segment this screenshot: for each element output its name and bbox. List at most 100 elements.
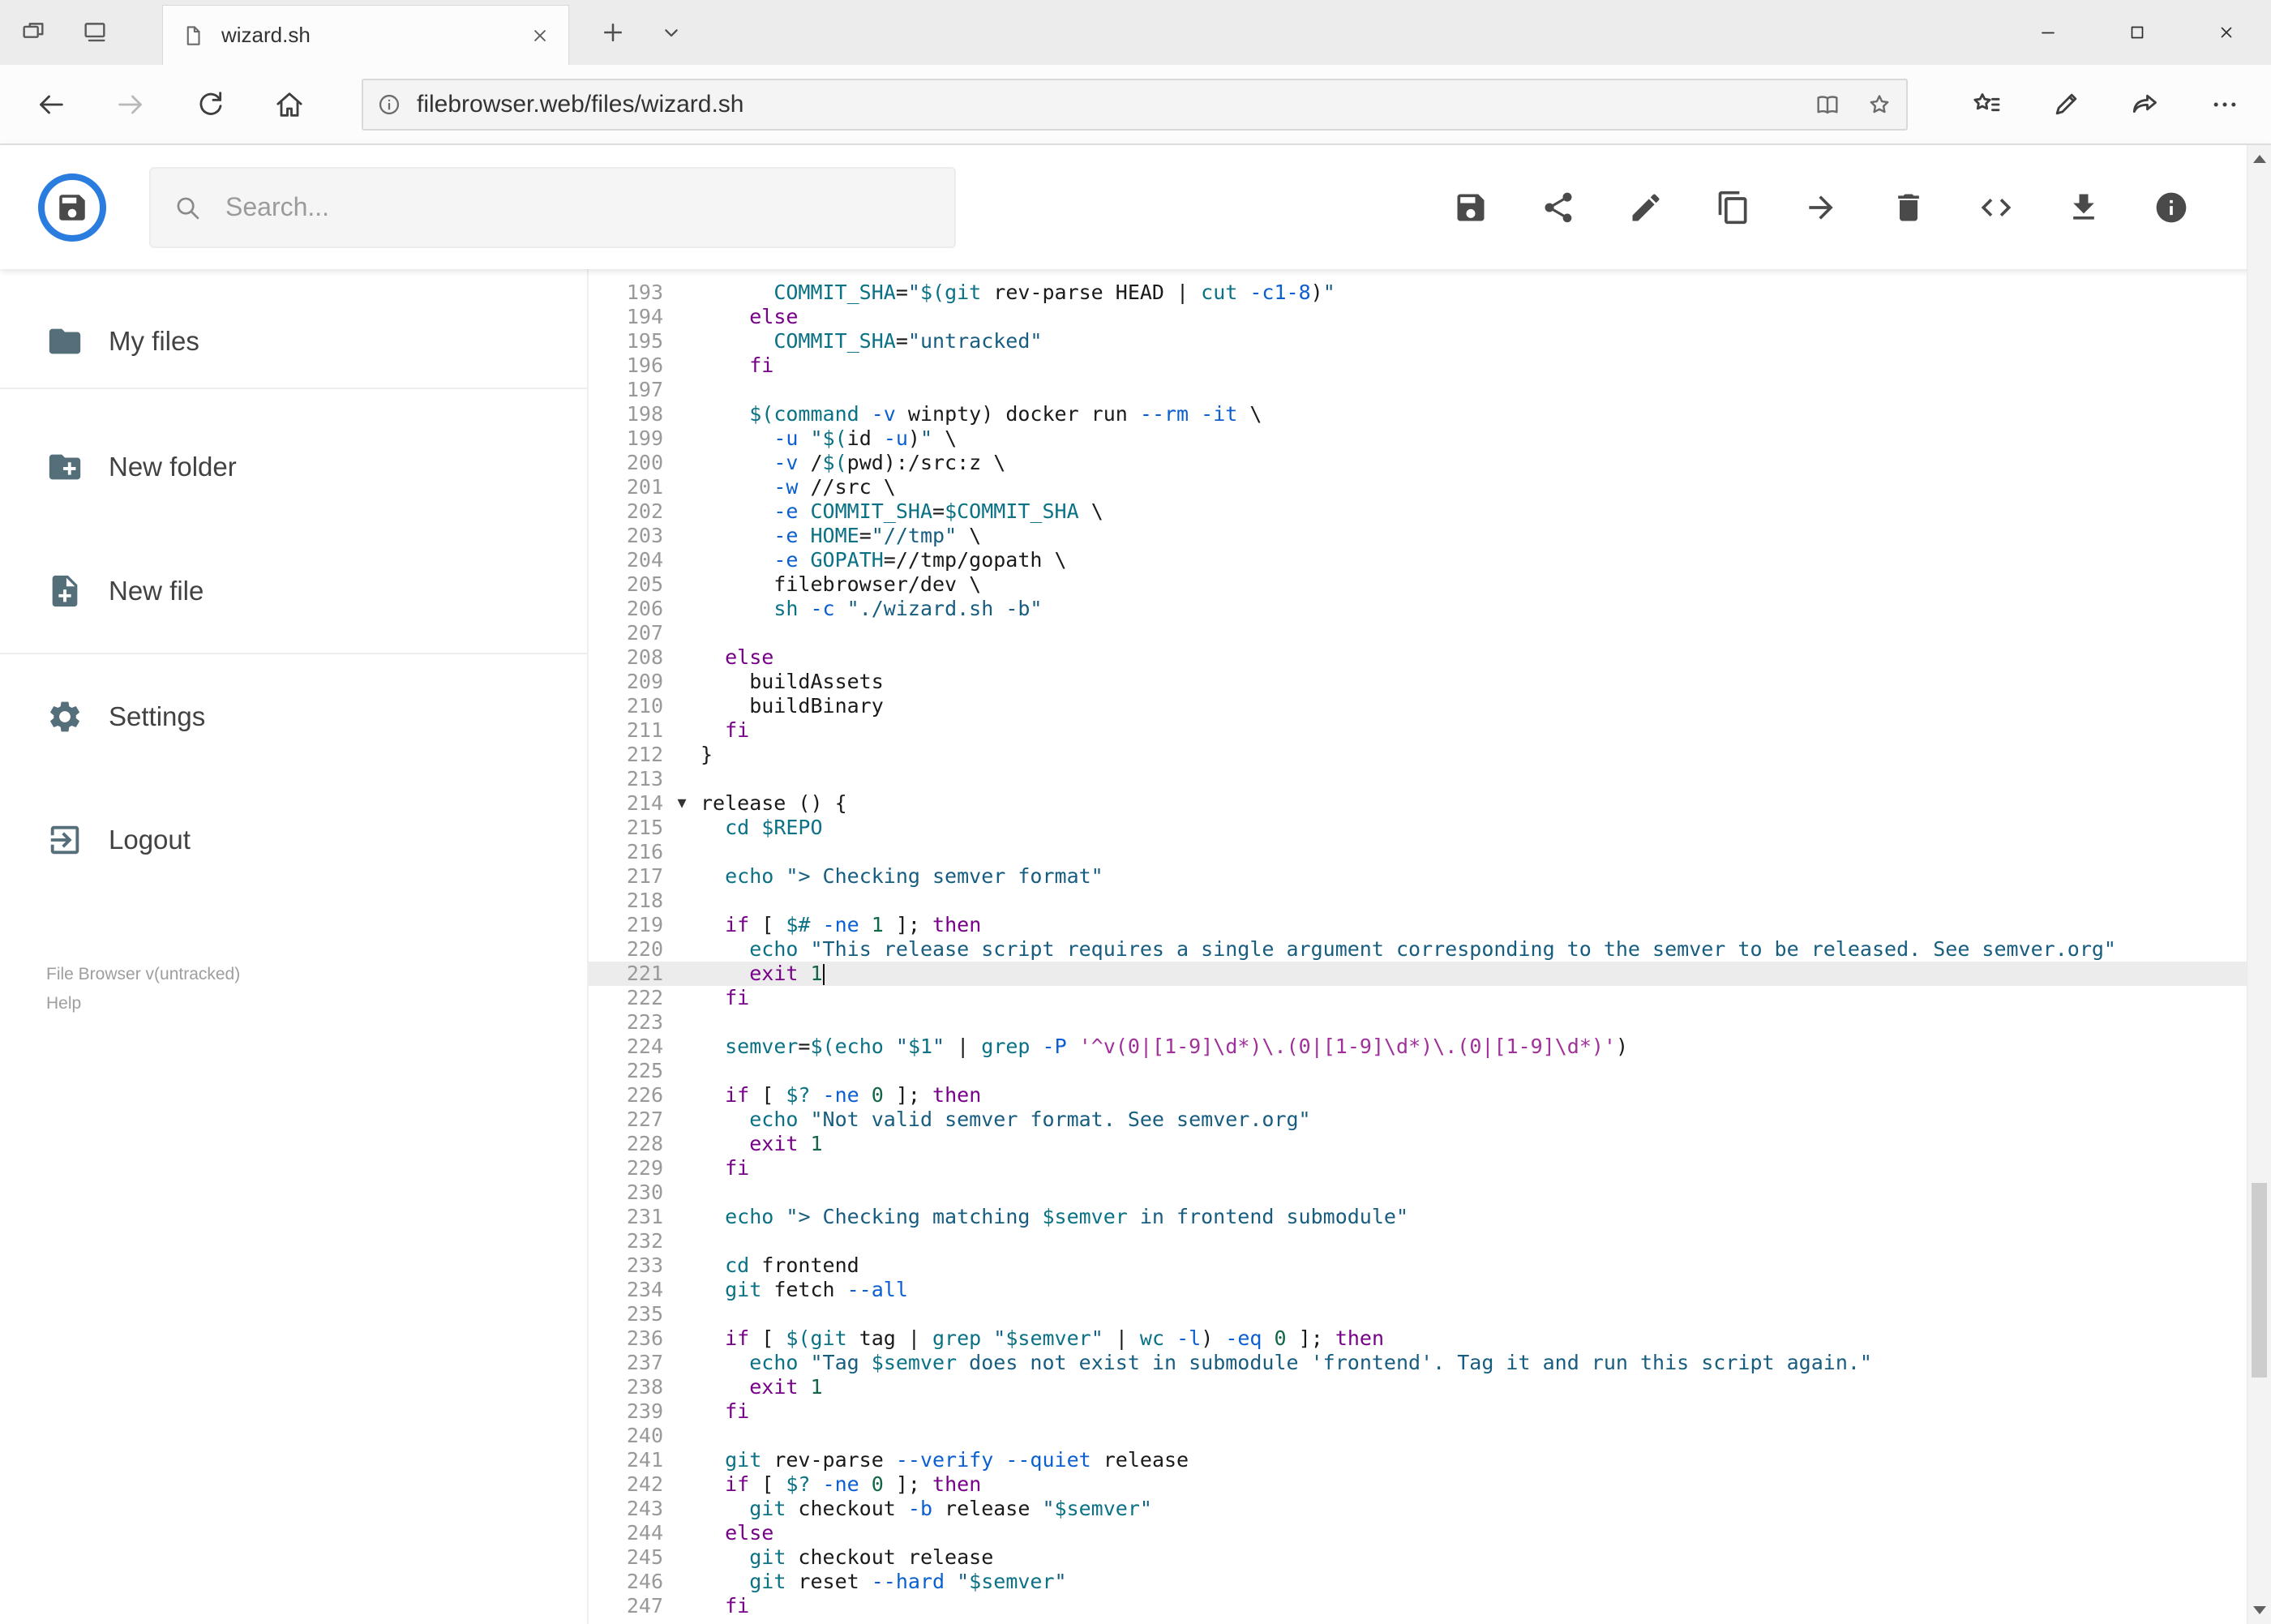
scrollbar-up-arrow[interactable] [2252, 155, 2266, 163]
sidebar-item-new-file[interactable]: New file [0, 567, 587, 615]
code-line-204[interactable]: 204 -e GOPATH=//tmp/gopath \ [589, 548, 2271, 572]
code-line-228[interactable]: 228 exit 1 [589, 1132, 2271, 1156]
code-line-226[interactable]: 226 if [ $? -ne 0 ]; then [589, 1083, 2271, 1108]
code-line-202[interactable]: 202 -e COMMIT_SHA=$COMMIT_SHA \ [589, 499, 2271, 524]
code-line-221[interactable]: 221 exit 1 [589, 962, 2271, 986]
code-line-217[interactable]: 217 echo "> Checking semver format" [589, 864, 2271, 889]
code-line-239[interactable]: 239 fi [589, 1399, 2271, 1424]
address-bar[interactable]: filebrowser.web/files/wizard.sh [362, 78, 1908, 131]
set-tabs-aside-icon[interactable] [19, 19, 47, 46]
code-line-224[interactable]: 224 semver=$(echo "$1" | grep -P '^v(0|[… [589, 1035, 2271, 1059]
code-line-225[interactable]: 225 [589, 1059, 2271, 1083]
code-line-197[interactable]: 197 [589, 378, 2271, 402]
code-line-242[interactable]: 242 if [ $? -ne 0 ]; then [589, 1472, 2271, 1497]
web-notes-pen-icon[interactable] [2026, 65, 2106, 144]
download-button[interactable] [2057, 181, 2110, 234]
delete-button[interactable] [1882, 181, 1935, 234]
code-line-241[interactable]: 241 git rev-parse --verify --quiet relea… [589, 1448, 2271, 1472]
maximize-button[interactable] [2093, 0, 2182, 65]
move-button[interactable] [1794, 181, 1848, 234]
close-button[interactable] [2182, 0, 2271, 65]
search-input[interactable]: Search... [149, 166, 956, 248]
scrollbar-down-arrow[interactable] [2252, 1606, 2266, 1614]
code-line-205[interactable]: 205 filebrowser/dev \ [589, 572, 2271, 597]
code-line-216[interactable]: 216 [589, 840, 2271, 864]
code-line-247[interactable]: 247 fi [589, 1594, 2271, 1618]
source-code-button[interactable] [1969, 181, 2023, 234]
code-line-210[interactable]: 210 buildBinary [589, 694, 2271, 718]
browser-tab[interactable]: wizard.sh [162, 5, 569, 65]
pencil-icon [1628, 190, 1664, 225]
forward-button[interactable] [91, 65, 170, 144]
code-line-201[interactable]: 201 -w //src \ [589, 475, 2271, 499]
code-line-237[interactable]: 237 echo "Tag $semver does not exist in … [589, 1351, 2271, 1375]
code-line-206[interactable]: 206 sh -c "./wizard.sh -b" [589, 597, 2271, 621]
code-line-195[interactable]: 195 COMMIT_SHA="untracked" [589, 329, 2271, 354]
code-line-222[interactable]: 222 fi [589, 986, 2271, 1010]
code-line-232[interactable]: 232 [589, 1229, 2271, 1253]
code-line-218[interactable]: 218 [589, 889, 2271, 913]
new-tab-button[interactable] [598, 18, 628, 47]
code-line-215[interactable]: 215 cd $REPO [589, 816, 2271, 840]
code-line-193[interactable]: 193 COMMIT_SHA="$(git rev-parse HEAD | c… [589, 281, 2271, 305]
code-line-235[interactable]: 235 [589, 1302, 2271, 1326]
site-info-icon[interactable] [376, 92, 402, 118]
url-text[interactable]: filebrowser.web/files/wizard.sh [417, 91, 1789, 118]
code-editor[interactable]: 193 COMMIT_SHA="$(git rev-parse HEAD | c… [589, 269, 2271, 1624]
minimize-button[interactable] [2003, 0, 2093, 65]
code-line-209[interactable]: 209 buildAssets [589, 670, 2271, 694]
hub-favorites-icon[interactable] [1947, 65, 2026, 144]
copy-button[interactable] [1707, 181, 1760, 234]
back-button[interactable] [11, 65, 91, 144]
code-line-196[interactable]: 196 fi [589, 354, 2271, 378]
sidebar-item-new-folder[interactable]: New folder [0, 443, 587, 491]
code-line-245[interactable]: 245 git checkout release [589, 1545, 2271, 1570]
code-line-213[interactable]: 213 [589, 767, 2271, 791]
code-line-230[interactable]: 230 [589, 1181, 2271, 1205]
page-scrollbar[interactable] [2247, 145, 2271, 1624]
code-line-200[interactable]: 200 -v /$(pwd):/src:z \ [589, 451, 2271, 475]
scrollbar-thumb[interactable] [2252, 1183, 2267, 1378]
code-line-238[interactable]: 238 exit 1 [589, 1375, 2271, 1399]
code-line-199[interactable]: 199 -u "$(id -u)" \ [589, 426, 2271, 451]
code-line-207[interactable]: 207 [589, 621, 2271, 645]
code-line-212[interactable]: 212} [589, 743, 2271, 767]
code-line-220[interactable]: 220 echo "This release script requires a… [589, 937, 2271, 962]
share-button[interactable] [1532, 181, 1585, 234]
code-line-211[interactable]: 211 fi [589, 718, 2271, 743]
favorite-star-icon[interactable] [1866, 91, 1893, 118]
code-line-243[interactable]: 243 git checkout -b release "$semver" [589, 1497, 2271, 1521]
code-line-246[interactable]: 246 git reset --hard "$semver" [589, 1570, 2271, 1594]
sidebar-item-settings[interactable]: Settings [0, 692, 587, 741]
code-line-223[interactable]: 223 [589, 1010, 2271, 1035]
code-line-194[interactable]: 194 else [589, 305, 2271, 329]
code-line-208[interactable]: 208 else [589, 645, 2271, 670]
code-line-229[interactable]: 229 fi [589, 1156, 2271, 1181]
reading-view-icon[interactable] [1814, 91, 1841, 118]
home-button[interactable] [250, 65, 329, 144]
sidebar-item-my-files[interactable]: My files [0, 317, 587, 366]
code-line-240[interactable]: 240 [589, 1424, 2271, 1448]
code-line-233[interactable]: 233 cd frontend [589, 1253, 2271, 1278]
code-line-203[interactable]: 203 -e HOME="//tmp" \ [589, 524, 2271, 548]
code-line-244[interactable]: 244 else [589, 1521, 2271, 1545]
code-line-231[interactable]: 231 echo "> Checking matching $semver in… [589, 1205, 2271, 1229]
code-line-234[interactable]: 234 git fetch --all [589, 1278, 2271, 1302]
code-line-198[interactable]: 198 $(command -v winpty) docker run --rm… [589, 402, 2271, 426]
tab-close-icon[interactable] [529, 25, 551, 46]
edit-button[interactable] [1619, 181, 1673, 234]
save-button[interactable] [1444, 181, 1498, 234]
tab-menu-chevron-icon[interactable] [658, 19, 684, 45]
code-line-236[interactable]: 236 if [ $(git tag | grep "$semver" | wc… [589, 1326, 2271, 1351]
code-line-219[interactable]: 219 if [ $# -ne 1 ]; then [589, 913, 2271, 937]
refresh-button[interactable] [170, 65, 250, 144]
fold-marker-icon[interactable]: ▾ [663, 791, 701, 816]
code-line-227[interactable]: 227 echo "Not valid semver format. See s… [589, 1108, 2271, 1132]
sidebar-item-logout[interactable]: Logout [0, 816, 587, 864]
info-button[interactable] [2145, 181, 2198, 234]
share-icon[interactable] [2106, 65, 2185, 144]
tabs-preview-icon[interactable] [81, 19, 109, 46]
more-options-icon[interactable] [2185, 65, 2265, 144]
help-link[interactable]: Help [46, 993, 587, 1014]
code-line-214[interactable]: 214 ▾ release () { [589, 791, 2271, 816]
